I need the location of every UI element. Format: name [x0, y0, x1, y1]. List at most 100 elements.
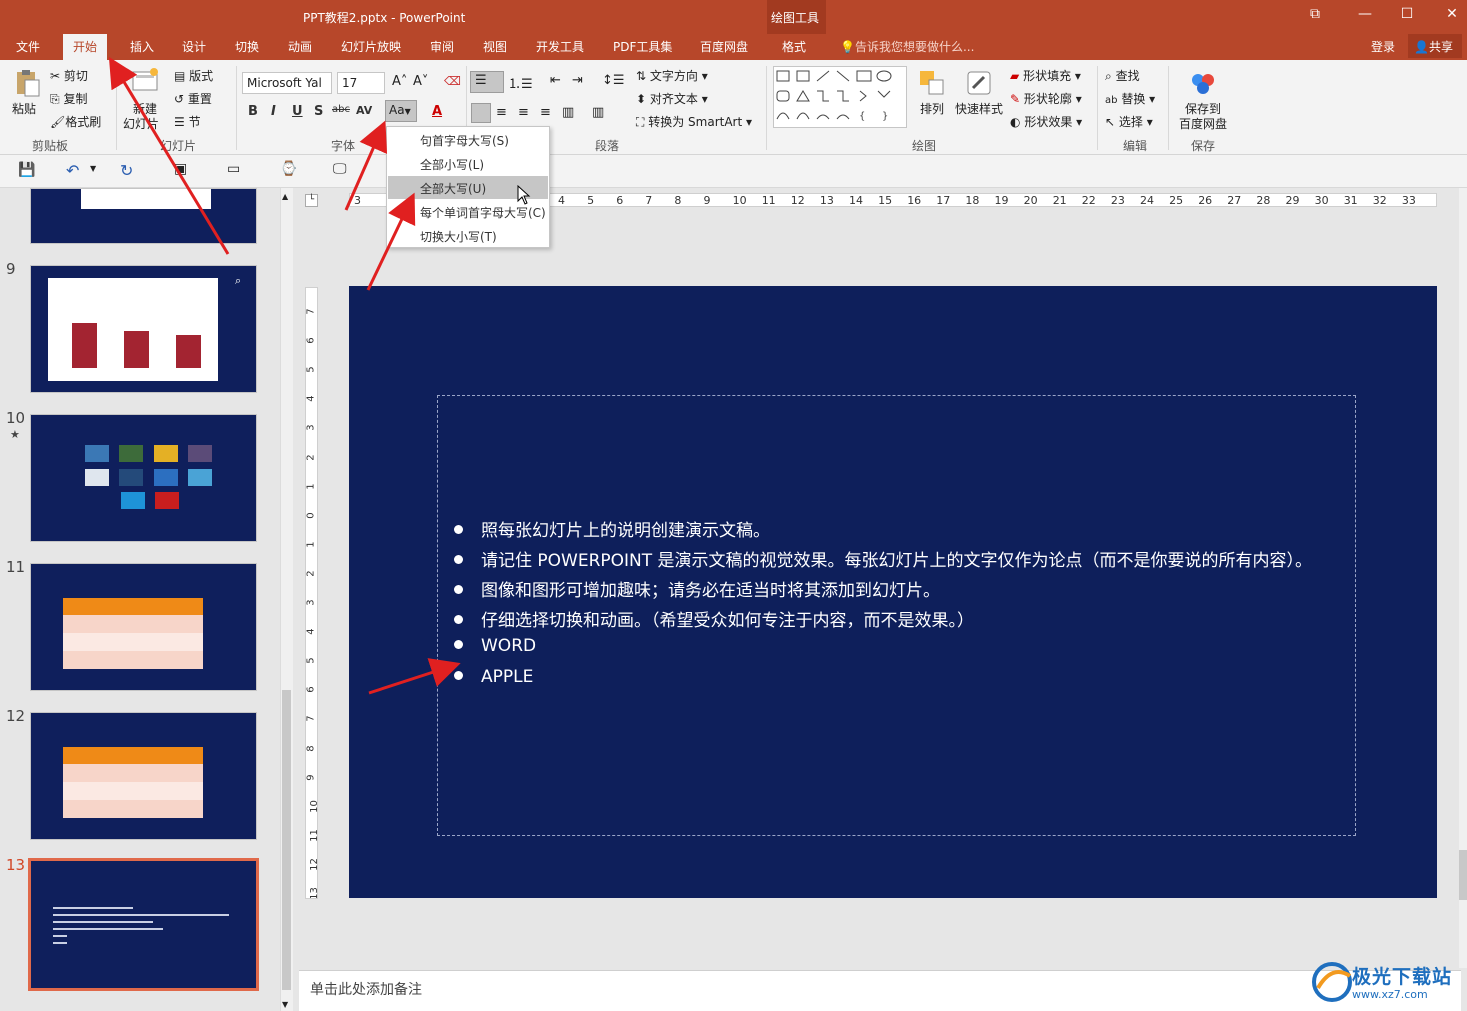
reset-button[interactable]: ↺ 重置 [174, 90, 212, 107]
tab-baidu-netdisk[interactable]: 百度网盘 [696, 38, 752, 55]
bullet-item[interactable]: WORD [454, 636, 536, 656]
bullet-item[interactable]: 图像和图形可增加趣味；请务必在适当时将其添加到幻灯片。 [454, 576, 940, 601]
find-button[interactable]: ⌕ 查找 [1105, 67, 1140, 84]
menu-item-sentence-case[interactable]: 句首字母大写(S) [388, 128, 548, 151]
increase-indent-icon[interactable]: ⇥ [572, 73, 583, 88]
arrange-icon[interactable] [917, 68, 947, 98]
justify-icon[interactable]: ≡ [540, 105, 551, 120]
shapes-gallery[interactable]: {} [773, 66, 907, 128]
slide-thumbnail-11[interactable] [30, 563, 257, 691]
bullets-button[interactable]: ☰ [470, 71, 504, 93]
tab-view[interactable]: 视图 [479, 38, 511, 55]
scroll-up-icon[interactable]: ▲ [282, 192, 288, 201]
slide-canvas[interactable]: 照每张幻灯片上的说明创建演示文稿。 请记住 POWERPOINT 是演示文稿的视… [349, 286, 1437, 898]
editor-scroll-thumb[interactable] [1459, 850, 1467, 900]
quick-styles-button[interactable]: 快速样式 [955, 100, 1003, 117]
tab-review[interactable]: 审阅 [426, 38, 458, 55]
tab-home[interactable]: 开始 [63, 34, 108, 60]
font-color-icon[interactable]: A [432, 104, 442, 119]
undo-icon[interactable]: ↶ [66, 161, 79, 180]
undo-dropdown-icon[interactable]: ▼ [90, 164, 96, 173]
tab-developer[interactable]: 开发工具 [532, 38, 588, 55]
distributed-icon[interactable]: ▥ [562, 105, 574, 120]
layout-button[interactable]: ▤ 版式 [174, 67, 213, 84]
char-spacing-button[interactable]: AV [356, 104, 372, 117]
tab-animations[interactable]: 动画 [284, 38, 316, 55]
underline-button[interactable]: U [292, 104, 303, 119]
menu-item-lowercase[interactable]: 全部小写(L) [388, 152, 548, 175]
quick-styles-icon[interactable] [964, 68, 994, 98]
scroll-down-icon[interactable]: ▼ [282, 1000, 288, 1009]
clear-formatting-icon[interactable]: ⌫ [444, 74, 461, 88]
format-painter-button[interactable]: 🖌格式刷 [50, 113, 101, 130]
align-center-icon[interactable]: ≡ [496, 105, 507, 120]
shape-outline-button[interactable]: ✎ 形状轮廓 ▾ [1010, 90, 1082, 107]
share-button[interactable]: 👤共享 [1408, 34, 1462, 58]
redo-icon[interactable]: ↻ [120, 161, 133, 180]
font-size-box[interactable]: 17 [337, 72, 385, 94]
numbering-icon[interactable]: ⒈☰ [508, 73, 533, 92]
textbox-icon[interactable]: ▭ [227, 161, 240, 177]
minimize-icon[interactable]: — [1355, 6, 1375, 22]
tab-format[interactable]: 格式 [778, 38, 810, 55]
align-left-button[interactable] [471, 103, 491, 123]
decrease-indent-icon[interactable]: ⇤ [550, 73, 561, 88]
paste-button[interactable]: 粘贴 [12, 100, 36, 117]
smartart-button[interactable]: ⛶ 转换为 SmartArt ▾ [636, 113, 752, 130]
slide-thumbnail-8[interactable] [30, 188, 257, 244]
bullet-item[interactable]: 仔细选择切换和动画。（希望受众如何专注于内容，而不是效果。） [454, 606, 974, 631]
align-text-button[interactable]: ⬍ 对齐文本 ▾ [636, 90, 708, 107]
notes-pane[interactable]: 单击此处添加备注 [299, 970, 1461, 1011]
strikethrough-button[interactable]: abc [332, 104, 350, 115]
restore-icon[interactable]: ⧉ [1305, 6, 1325, 22]
tab-stop-selector[interactable]: └ [305, 194, 318, 207]
shape-fill-button[interactable]: ▰ 形状填充 ▾ [1010, 67, 1081, 84]
text-direction-button[interactable]: ⇅ 文字方向 ▾ [636, 67, 708, 84]
shadow-button[interactable]: S [314, 104, 323, 119]
close-icon[interactable]: ✕ [1442, 6, 1462, 22]
replace-button[interactable]: ab 替换 ▾ [1105, 90, 1155, 107]
new-slide-label-2[interactable]: 幻灯片 [123, 115, 159, 132]
tab-pdf-tools[interactable]: PDF工具集 [609, 38, 676, 55]
slide-thumbnail-12[interactable] [30, 712, 257, 840]
new-slide-icon[interactable] [130, 66, 160, 96]
columns-icon[interactable]: ▥ [592, 105, 604, 120]
login-link[interactable]: 登录 [1371, 38, 1395, 55]
tab-design[interactable]: 设计 [178, 38, 210, 55]
menu-item-toggle-case[interactable]: 切换大小写(T) [388, 224, 548, 247]
tell-me-box[interactable]: 💡告诉我您想要做什么... [840, 38, 974, 55]
select-button[interactable]: ↖ 选择 ▾ [1105, 113, 1153, 130]
slide-thumbnail-9[interactable]: ⌕ [30, 265, 257, 393]
copy-button[interactable]: ⎘ 复制 [50, 90, 87, 107]
bullet-item[interactable]: 照每张幻灯片上的说明创建演示文稿。 [454, 516, 770, 541]
paste-icon[interactable] [12, 68, 42, 98]
change-case-button[interactable]: Aa▼ [385, 100, 417, 122]
bullet-item[interactable]: APPLE [454, 667, 533, 687]
maximize-icon[interactable]: ☐ [1397, 6, 1417, 22]
line-spacing-icon[interactable]: ↕☰ [602, 73, 625, 88]
baidu-cloud-icon[interactable] [1188, 68, 1218, 98]
section-button[interactable]: ☰ 节 [174, 113, 201, 130]
save-icon[interactable]: 💾 [18, 162, 35, 178]
slideshow-icon[interactable]: ▣ [174, 161, 187, 177]
tab-file[interactable]: 文件 [12, 38, 44, 55]
arrange-button[interactable]: 排列 [920, 100, 944, 117]
slide-thumbnail-13[interactable] [28, 858, 259, 991]
bullet-item[interactable]: 请记住 POWERPOINT 是演示文稿的视觉效果。每张幻灯片上的文字仅作为论点… [454, 546, 1312, 571]
grow-font-icon[interactable]: A˄ [392, 74, 407, 89]
align-right-icon[interactable]: ≡ [518, 105, 529, 120]
italic-button[interactable]: I [271, 104, 276, 119]
font-name-box[interactable]: Microsoft Yal [242, 72, 332, 94]
presenter-icon[interactable]: ⌚ [280, 161, 297, 177]
content-placeholder[interactable]: 照每张幻灯片上的说明创建演示文稿。 请记住 POWERPOINT 是演示文稿的视… [437, 395, 1356, 836]
slide-thumbnail-10[interactable] [30, 414, 257, 542]
editor-scrollbar[interactable] [1459, 188, 1467, 968]
tab-transitions[interactable]: 切换 [231, 38, 263, 55]
tab-slideshow[interactable]: 幻灯片放映 [337, 38, 405, 55]
shape-effects-button[interactable]: ◐ 形状效果 ▾ [1010, 113, 1082, 130]
tab-insert[interactable]: 插入 [126, 38, 158, 55]
thumbnails-scroll-thumb[interactable] [282, 690, 291, 990]
present-icon[interactable]: 🖵 [333, 161, 347, 177]
shrink-font-icon[interactable]: A˅ [413, 74, 428, 89]
cut-button[interactable]: ✂ 剪切 [50, 67, 88, 84]
